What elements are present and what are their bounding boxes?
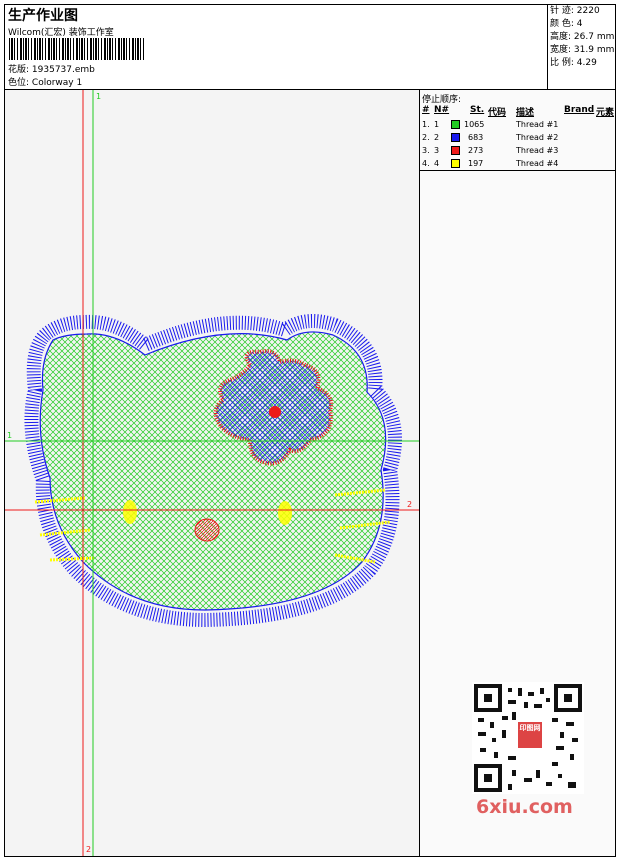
production-sheet: 生产作业图 Wilcom(汇宏) 装饰工作室 花版: 1935737.emb 色… (4, 4, 616, 857)
colorway-info: 色位: Colorway 1 (8, 75, 82, 88)
stat-scale: 比 例: 4.29 (550, 58, 597, 68)
guide-label-right: 2 (407, 500, 412, 509)
thread-sequence-panel: 停止顺序: # N# St. 代码 描述 Brand 元素 1. 1 1065 … (420, 90, 615, 856)
col-brand: Brand (564, 105, 595, 115)
thread-row: 1. 1 1065 Thread #1 (422, 120, 559, 129)
panel-divider (420, 170, 615, 171)
nose (194, 518, 220, 542)
guide-label-top: 1 (96, 92, 101, 101)
colorway-label: 色位: (8, 78, 30, 88)
stat-width: 宽度: 31.9 mm (550, 45, 615, 55)
thread-row: 2. 2 683 Thread #2 (422, 133, 559, 142)
watermark-site: 6xiu.com (476, 796, 573, 818)
stats-panel: 针 迹: 2220 颜 色: 4 高度: 26.7 mm 宽度: 31.9 mm… (547, 5, 615, 89)
left-eye (123, 500, 137, 524)
barcode (9, 38, 145, 60)
col-code: 代码 (488, 108, 507, 118)
bow-center (269, 406, 281, 418)
embroidery-preview: 1 1 2 2 (5, 90, 420, 856)
col-element: 元素 (596, 108, 615, 118)
right-eye (278, 501, 292, 525)
stat-height: 高度: 26.7 mm (550, 32, 615, 42)
qr-code: 印图网 (472, 682, 584, 794)
col-n: N# (434, 105, 450, 115)
design-info: 花版: 1935737.emb (8, 62, 95, 75)
colorway-value: Colorway 1 (31, 78, 83, 88)
stop-sequence-label: 停止顺序: (422, 95, 462, 105)
stat-stitches: 针 迹: 2220 (550, 6, 600, 16)
guide-label-bottom: 2 (86, 845, 91, 854)
stat-colors: 颜 色: 4 (550, 19, 583, 29)
design-label: 花版: (8, 65, 30, 75)
qr-stamp-logo: 印图网 (518, 722, 542, 748)
color-swatch (451, 133, 460, 142)
company-name: Wilcom(汇宏) 装饰工作室 (8, 28, 114, 38)
embroidery-drawing: 1 1 2 2 (5, 90, 419, 856)
col-num: # (422, 105, 430, 115)
color-swatch (451, 146, 460, 155)
color-swatch (451, 159, 460, 168)
thread-row: 3. 3 273 Thread #3 (422, 146, 559, 155)
col-st: St. (470, 105, 485, 115)
col-desc: 描述 (516, 108, 535, 118)
guide-label-left: 1 (7, 431, 12, 440)
design-value: 1935737.emb (31, 65, 95, 75)
sheet-title: 生产作业图 (8, 8, 78, 24)
face-fill (39, 331, 387, 611)
color-swatch (451, 120, 460, 129)
header-left: 生产作业图 Wilcom(汇宏) 装饰工作室 花版: 1935737.emb 色… (5, 5, 548, 89)
